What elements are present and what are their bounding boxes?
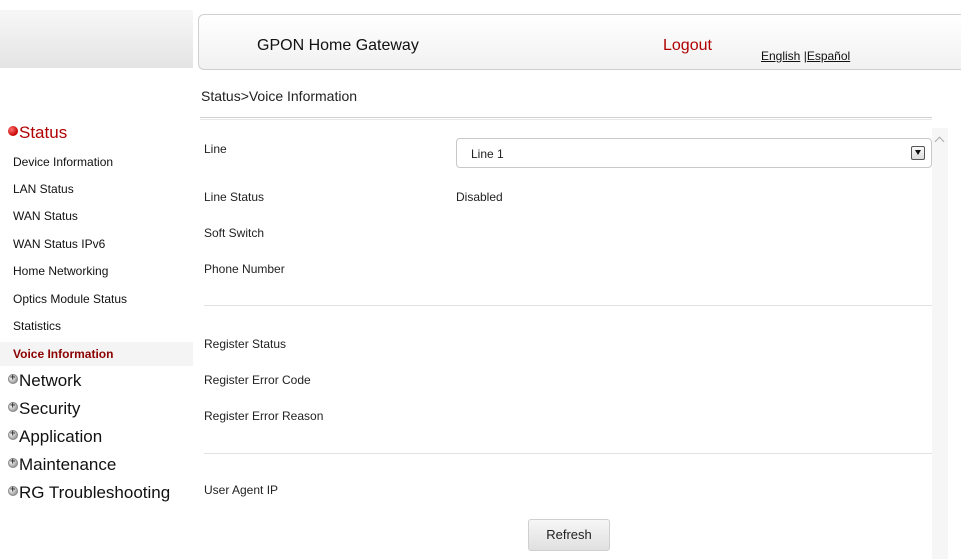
sidebar-item-optics-module-status[interactable]: Optics Module Status [13,292,127,306]
line-select[interactable]: Line 1 [456,138,932,168]
expand-plus-icon [8,456,18,468]
sidebar-item-wan-status[interactable]: WAN Status [13,209,78,223]
line-label: Line [204,142,227,156]
language-switcher: English |Español [761,49,850,63]
register-error-code-label: Register Error Code [204,373,311,387]
section-divider [204,453,932,454]
sidebar-item-voice-information[interactable]: Voice Information [13,347,113,361]
sidebar-item-statistics[interactable]: Statistics [13,319,61,333]
sidebar-section-maintenance[interactable]: Maintenance [8,455,116,475]
scroll-up-icon[interactable] [935,136,945,144]
sidebar-section-application[interactable]: Application [8,427,102,447]
expand-plus-icon [8,400,18,412]
sidebar-section-label: Network [19,371,82,390]
expand-plus-icon [8,372,18,384]
lang-english-link[interactable]: English [761,49,800,63]
collapse-bullet-icon [8,126,18,136]
refresh-button[interactable]: Refresh [528,519,610,551]
section-divider [204,305,932,306]
chevron-down-icon[interactable] [911,146,925,160]
expand-plus-icon [8,428,18,440]
sidebar-item-device-information[interactable]: Device Information [13,155,113,169]
sidebar-section-security[interactable]: Security [8,399,80,419]
breadcrumb: Status>Voice Information [201,88,358,104]
line-select-value: Line 1 [471,147,504,161]
sidebar-section-label: RG Troubleshooting [19,483,171,502]
header-bar: GPON Home Gateway Logout English |Españo… [198,14,961,70]
sidebar-item-wan-status-ipv6[interactable]: WAN Status IPv6 [13,237,105,251]
logout-link[interactable]: Logout [663,37,712,55]
sidebar-section-label: Status [19,123,68,142]
register-status-label: Register Status [204,337,287,351]
lang-espanol-link[interactable]: Español [807,49,850,63]
line-status-value: Disabled [456,190,503,204]
register-error-reason-label: Register Error Reason [204,409,324,423]
sidebar-item-lan-status[interactable]: LAN Status [13,182,74,196]
sidebar-section-network[interactable]: Network [8,371,81,391]
phone-number-label: Phone Number [204,262,285,276]
expand-plus-icon [8,484,18,496]
breadcrumb-divider [200,117,932,120]
line-status-label: Line Status [204,190,265,204]
voice-information-panel: Line Line 1 Line Status Disabled Soft Sw… [200,128,932,559]
sidebar-section-label: Application [19,427,103,446]
sidebar-header-strip [0,10,193,68]
sidebar-section-status[interactable]: Status [8,123,67,143]
sidebar-section-label: Security [19,399,81,418]
user-agent-ip-label: User Agent IP [204,483,279,497]
sidebar-section-rg-troubleshooting[interactable]: RG Troubleshooting [8,483,170,503]
sidebar-item-home-networking[interactable]: Home Networking [13,264,108,278]
sidebar-section-label: Maintenance [19,455,117,474]
app-title: GPON Home Gateway [257,37,419,54]
soft-switch-label: Soft Switch [204,226,265,240]
scrollbar[interactable] [932,128,948,559]
